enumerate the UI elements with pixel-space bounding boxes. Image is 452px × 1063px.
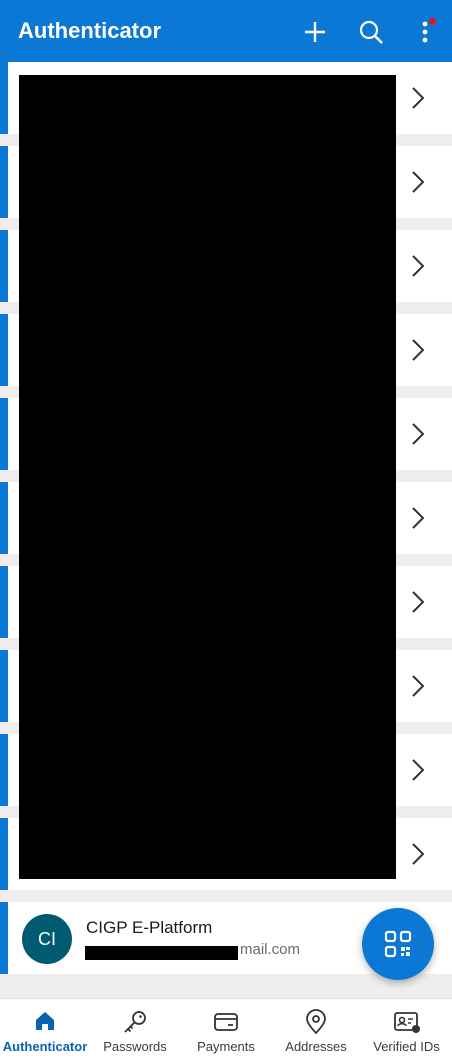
nav-authenticator[interactable]: Authenticator <box>0 999 90 1063</box>
chevron-right-icon <box>412 255 425 277</box>
more-options-button[interactable] <box>410 16 440 48</box>
account-name: CIGP E-Platform <box>86 918 213 937</box>
add-account-button[interactable] <box>300 16 330 48</box>
search-icon <box>359 20 383 44</box>
row-accent <box>0 482 8 554</box>
row-accent <box>0 902 8 974</box>
scan-qr-button[interactable] <box>362 908 434 980</box>
chevron-right-icon <box>412 759 425 781</box>
more-vertical-icon <box>422 21 428 43</box>
notification-dot <box>429 18 436 25</box>
home-icon <box>36 1012 54 1030</box>
qr-code-icon <box>384 930 412 958</box>
row-accent <box>0 398 8 470</box>
id-card-icon <box>393 1012 420 1033</box>
redaction-block <box>19 75 396 879</box>
email-redaction <box>85 946 238 960</box>
row-accent <box>0 314 8 386</box>
key-icon <box>124 1011 146 1033</box>
nav-label: Payments <box>197 1039 255 1054</box>
chevron-right-icon <box>412 87 425 109</box>
chevron-right-icon <box>412 423 425 445</box>
row-accent <box>0 734 8 806</box>
add-icon <box>305 22 325 42</box>
chevron-right-icon <box>412 675 425 697</box>
row-accent <box>0 650 8 722</box>
email-suffix: mail.com <box>240 941 301 958</box>
nav-label: Authenticator <box>2 1039 88 1054</box>
chevron-right-icon <box>412 843 425 865</box>
nav-addresses[interactable]: Addresses <box>271 999 361 1063</box>
avatar-initials: CI <box>38 928 56 949</box>
row-accent <box>0 818 8 890</box>
location-pin-icon <box>306 1009 326 1035</box>
nav-passwords[interactable]: Passwords <box>90 999 180 1063</box>
row-accent <box>0 146 8 218</box>
app-bar: Authenticator <box>0 0 452 64</box>
page-title: Authenticator <box>18 18 161 43</box>
search-button[interactable] <box>356 16 386 48</box>
nav-label: Addresses <box>285 1039 347 1054</box>
nav-label: Verified IDs <box>373 1039 440 1054</box>
bottom-navigation: Authenticator Passwords Payments Address… <box>0 998 452 1063</box>
credit-card-icon <box>214 1013 238 1031</box>
chevron-right-icon <box>412 507 425 529</box>
chevron-right-icon <box>412 591 425 613</box>
row-accent <box>0 62 8 134</box>
nav-verified-ids[interactable]: Verified IDs <box>361 999 452 1063</box>
chevron-right-icon <box>412 171 425 193</box>
row-accent <box>0 230 8 302</box>
row-accent <box>0 566 8 638</box>
nav-payments[interactable]: Payments <box>181 999 271 1063</box>
chevron-right-icon <box>412 339 425 361</box>
nav-label: Passwords <box>103 1039 167 1054</box>
avatar: CI <box>22 914 72 964</box>
